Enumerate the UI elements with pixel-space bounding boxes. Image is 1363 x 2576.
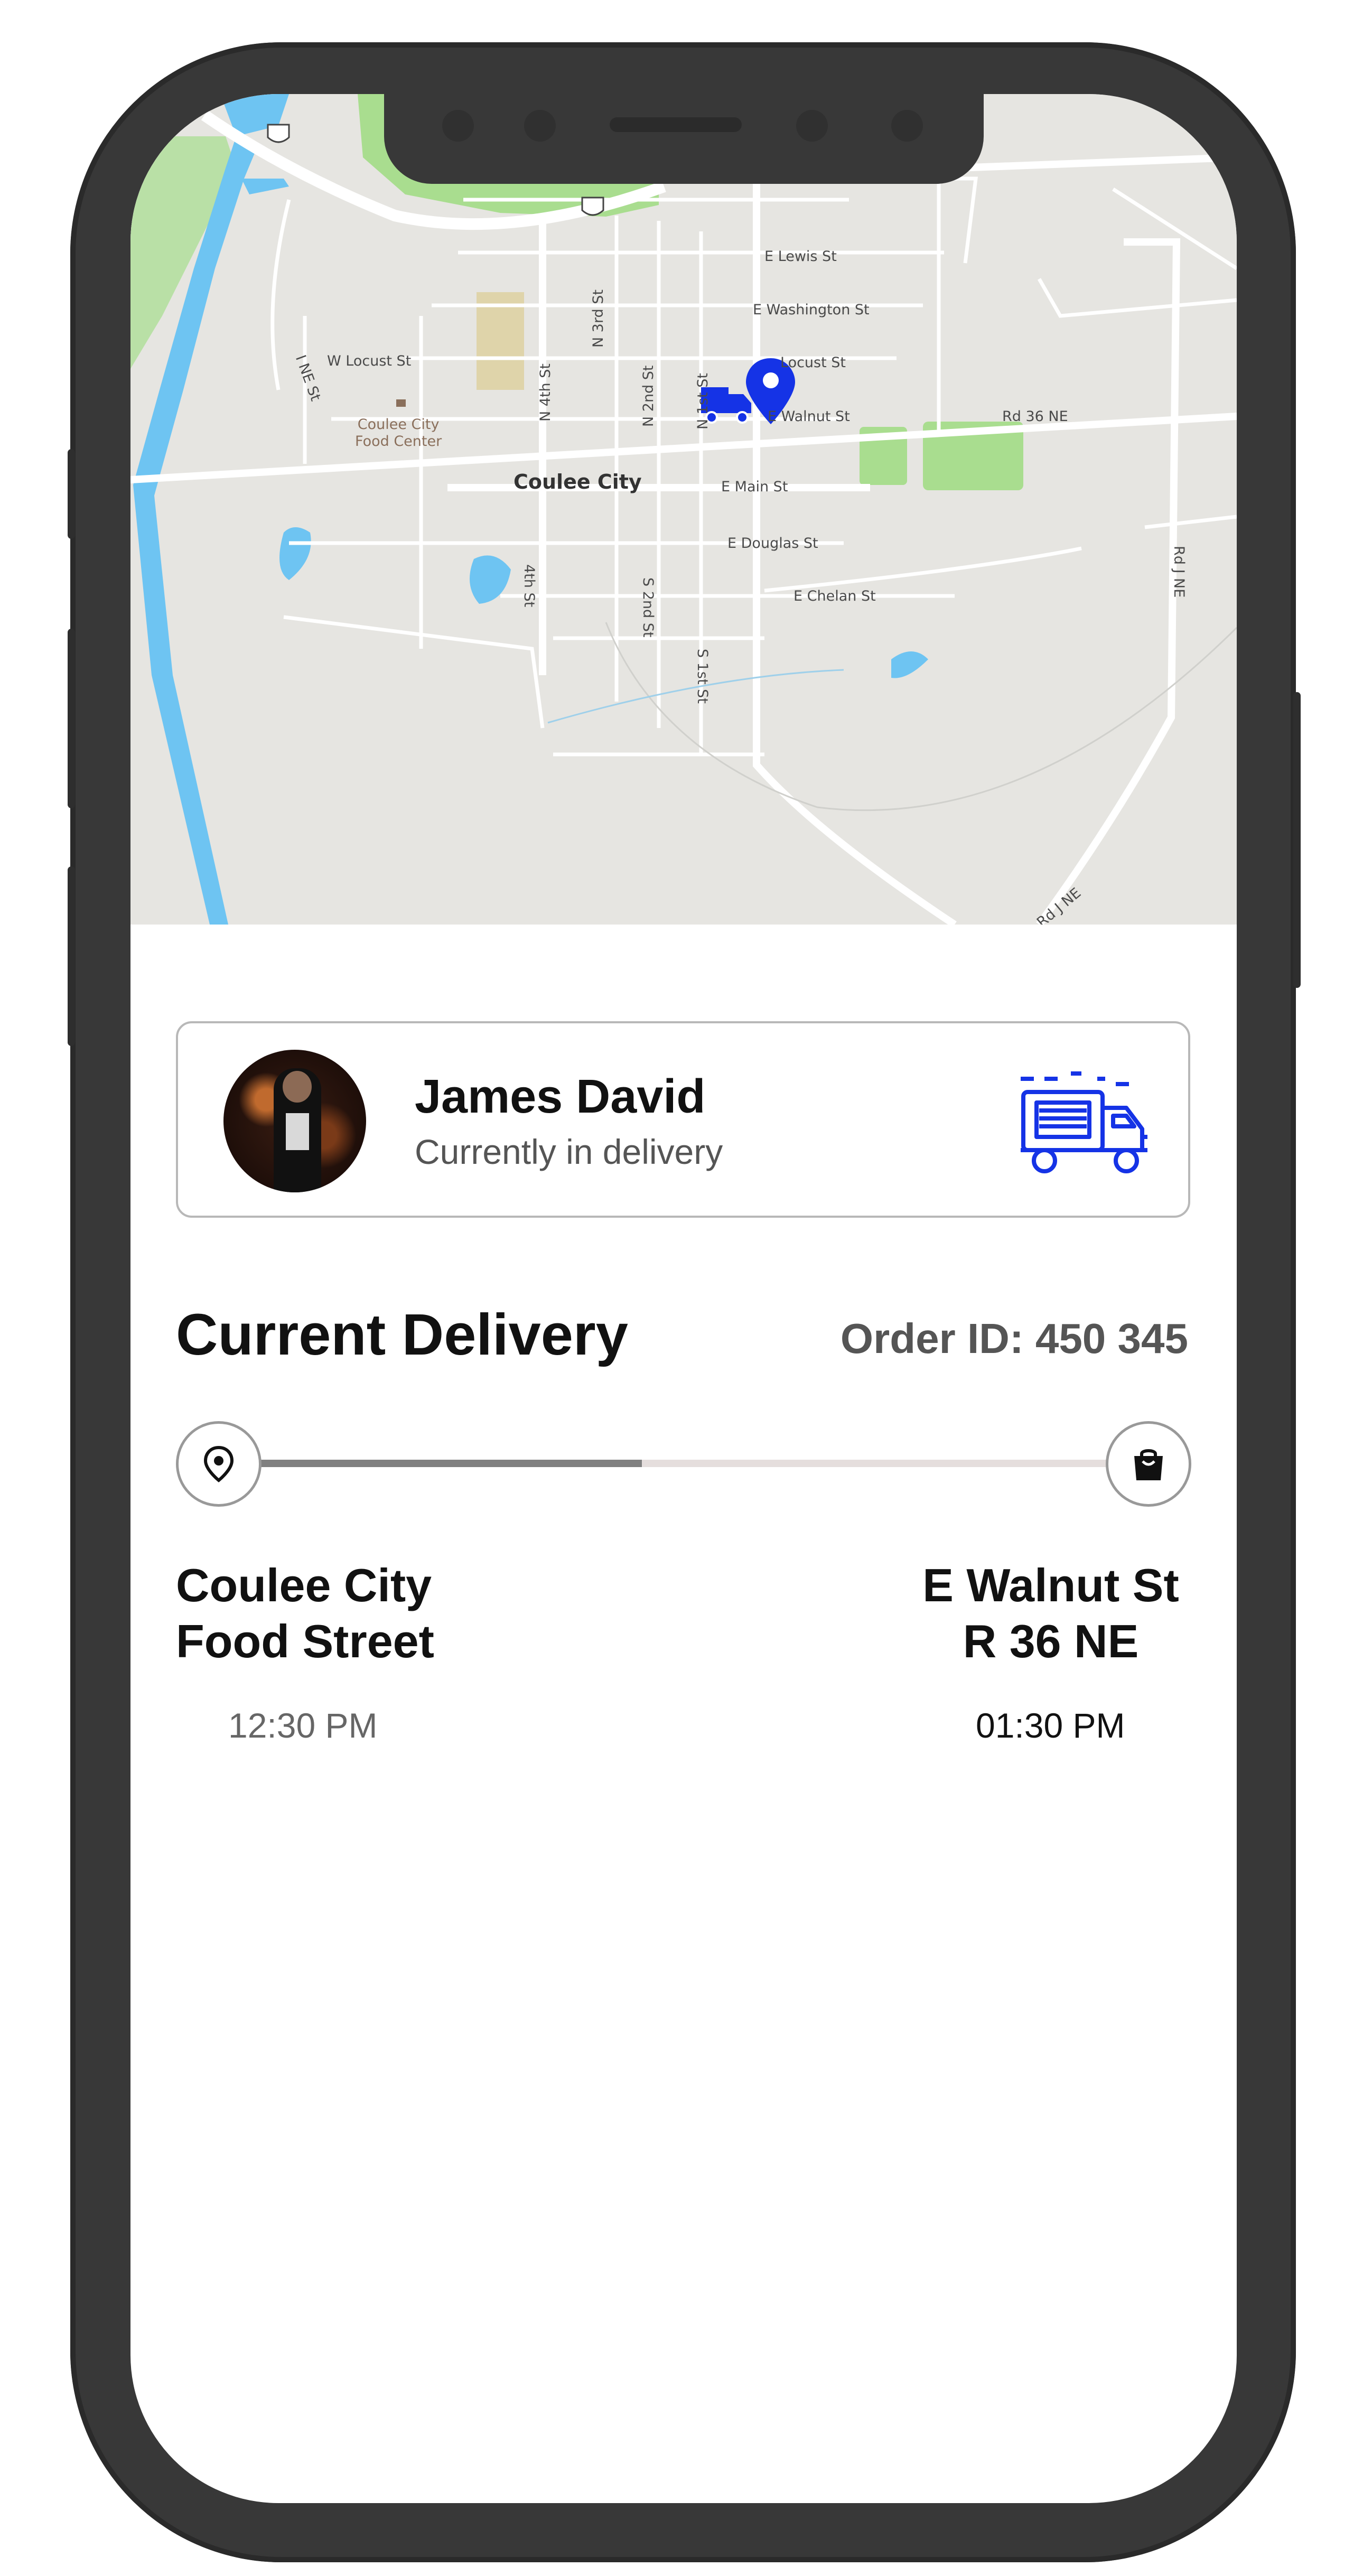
street-label: 4th St: [521, 564, 537, 608]
app-screen: E Lewis St E Washington St Locust St W L…: [130, 94, 1237, 2503]
origin-address-line1: Coulee City: [176, 1559, 432, 1611]
street-label: Rd 36 NE: [1002, 408, 1068, 425]
origin-stop[interactable]: [176, 1421, 262, 1507]
phone-notch: [384, 94, 984, 184]
driver-card[interactable]: James David Currently in delivery: [176, 1021, 1190, 1218]
driver-status: Currently in delivery: [415, 1132, 723, 1171]
volume-down-button: [68, 866, 75, 1046]
street-label: N 4th St: [537, 363, 554, 422]
street-label: N 1st St: [695, 373, 711, 430]
driver-name: James David: [415, 1070, 706, 1123]
destination-address-line2: R 36 NE: [963, 1615, 1139, 1667]
street-label: E Washington St: [753, 302, 870, 318]
street-label: S 2nd St: [640, 577, 656, 638]
mute-switch: [68, 449, 75, 539]
street-label: E Walnut St: [768, 408, 850, 425]
origin-address: Coulee City Food Street: [176, 1557, 434, 1669]
street-label: E Main St: [721, 479, 788, 495]
street-label: N 2nd St: [640, 365, 657, 427]
street-label: E Chelan St: [793, 588, 876, 604]
progress-fill: [252, 1460, 642, 1467]
section-title: Current Delivery: [176, 1302, 628, 1367]
street-label: W Locust St: [327, 353, 412, 369]
street-label: N 3rd St: [590, 289, 606, 348]
street-label: S 1st St: [694, 649, 711, 704]
street-label: Rd J NE: [1171, 546, 1187, 598]
street-label: Locust St: [780, 354, 846, 371]
destination-address: E Walnut St R 36 NE: [913, 1557, 1188, 1669]
street-label: E Douglas St: [727, 535, 818, 552]
street-label: E Lewis St: [764, 248, 837, 265]
avatar: [223, 1050, 366, 1192]
map-graphic: [130, 94, 1237, 925]
delivery-map[interactable]: E Lewis St E Washington St Locust St W L…: [130, 94, 1237, 925]
destination-address-line1: E Walnut St: [922, 1559, 1179, 1611]
volume-up-button: [68, 629, 75, 808]
poi-label: Coulee City Food Center: [355, 416, 442, 450]
destination-time: 01:30 PM: [976, 1706, 1125, 1745]
destination-stop[interactable]: [1106, 1421, 1191, 1507]
location-pin-icon: [203, 1445, 234, 1482]
power-button: [1293, 692, 1301, 988]
origin-address-line2: Food Street: [176, 1615, 434, 1667]
shopping-bag-icon: [1134, 1449, 1163, 1480]
order-id: Order ID: 450 345: [840, 1315, 1188, 1362]
city-label: Coulee City: [514, 470, 642, 493]
origin-time: 12:30 PM: [228, 1706, 378, 1745]
truck-icon: [1021, 1071, 1147, 1173]
